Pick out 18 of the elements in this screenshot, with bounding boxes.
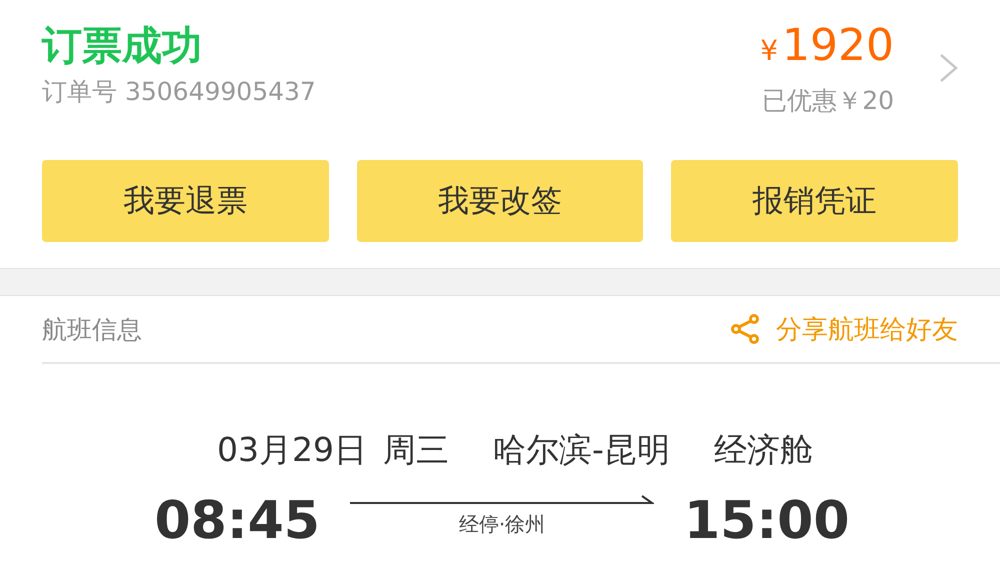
order-number: 订单号 350649905437 <box>42 76 317 108</box>
order-status: 订票成功 <box>42 22 203 71</box>
currency-sign: ¥ <box>760 34 778 67</box>
chevron-right-icon[interactable] <box>938 52 960 84</box>
flight-date: 03月29日 <box>217 429 368 471</box>
flight-route: 哈尔滨-昆明 <box>493 429 670 471</box>
action-button[interactable]: 报销凭证 <box>671 160 958 242</box>
share-icon <box>730 313 762 345</box>
discount-text: 已优惠￥20 <box>762 85 894 117</box>
departure-time: 08:45 <box>154 491 320 551</box>
action-button[interactable]: 我要退票 <box>42 160 329 242</box>
section-title: 航班信息 <box>42 314 142 346</box>
flight-weekday: 周三 <box>383 429 450 471</box>
arrival-time: 15:00 <box>684 491 850 551</box>
action-button[interactable]: 我要改签 <box>356 160 644 242</box>
stopover-text: 经停·徐州 <box>458 510 546 538</box>
price-amount: 1920 <box>782 20 894 71</box>
cabin-class: 经济舱 <box>714 429 813 471</box>
